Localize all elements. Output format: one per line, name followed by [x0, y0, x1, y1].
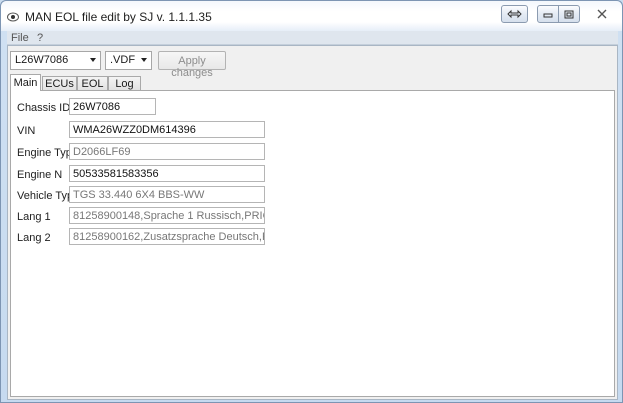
main-tab-panel: Chassis ID 26W7086 VIN WMA26WZZ0DM614396…: [10, 90, 615, 397]
engine-n-label: Engine N: [17, 169, 63, 181]
extension-select[interactable]: .VDF: [105, 51, 152, 70]
extension-select-value: .VDF: [110, 54, 136, 66]
restore-icon: [507, 9, 522, 19]
app-icon: [7, 12, 19, 22]
tab-eol[interactable]: EOL: [77, 76, 108, 90]
minimize-button[interactable]: [537, 5, 559, 23]
chassis-id-input[interactable]: 26W7086: [69, 98, 156, 115]
lang2-label: Lang 2: [17, 232, 51, 244]
tab-strip: Main ECUs EOL Log: [8, 74, 617, 91]
minimize-icon: [543, 13, 553, 18]
lang1-label: Lang 1: [17, 211, 51, 223]
lang1-input[interactable]: 81258900148,Sprache 1 Russisch,PRIO=0: [69, 207, 265, 224]
tab-log[interactable]: Log: [108, 76, 141, 90]
client-area: L26W7086 .VDF Apply changes Main ECUs EO…: [7, 45, 618, 400]
engine-n-input[interactable]: 50533581583356: [69, 165, 265, 182]
tab-main[interactable]: Main: [10, 74, 41, 91]
close-button[interactable]: [587, 5, 617, 23]
menu-help[interactable]: ?: [37, 32, 43, 44]
apply-changes-button[interactable]: Apply changes: [158, 51, 226, 79]
maximize-button[interactable]: [558, 5, 580, 23]
menu-bar: File ?: [7, 31, 618, 45]
chevron-down-icon: [141, 58, 147, 62]
tab-ecus[interactable]: ECUs: [42, 76, 77, 90]
restore-button[interactable]: [501, 5, 528, 23]
lang2-input[interactable]: 81258900162,Zusatzsprache Deutsch,PRIO=2: [69, 228, 265, 245]
vehicle-select-value: L26W7086: [15, 54, 69, 66]
window-title: MAN EOL file edit by SJ v. 1.1.1.35: [25, 10, 212, 24]
engine-type-input[interactable]: D2066LF69: [69, 143, 265, 160]
maximize-icon: [564, 10, 574, 18]
app-window: MAN EOL file edit by SJ v. 1.1.1.35 File…: [0, 0, 623, 403]
vehicle-select[interactable]: L26W7086: [10, 51, 101, 70]
vin-input[interactable]: WMA26WZZ0DM614396: [69, 121, 265, 138]
title-bar[interactable]: MAN EOL file edit by SJ v. 1.1.1.35: [1, 1, 622, 31]
chevron-down-icon: [90, 58, 96, 62]
vehicle-type-input[interactable]: TGS 33.440 6X4 BBS-WW: [69, 186, 265, 203]
chassis-id-label: Chassis ID: [17, 102, 71, 114]
close-icon: [597, 9, 607, 19]
vin-label: VIN: [17, 125, 36, 137]
menu-file[interactable]: File: [11, 32, 29, 44]
